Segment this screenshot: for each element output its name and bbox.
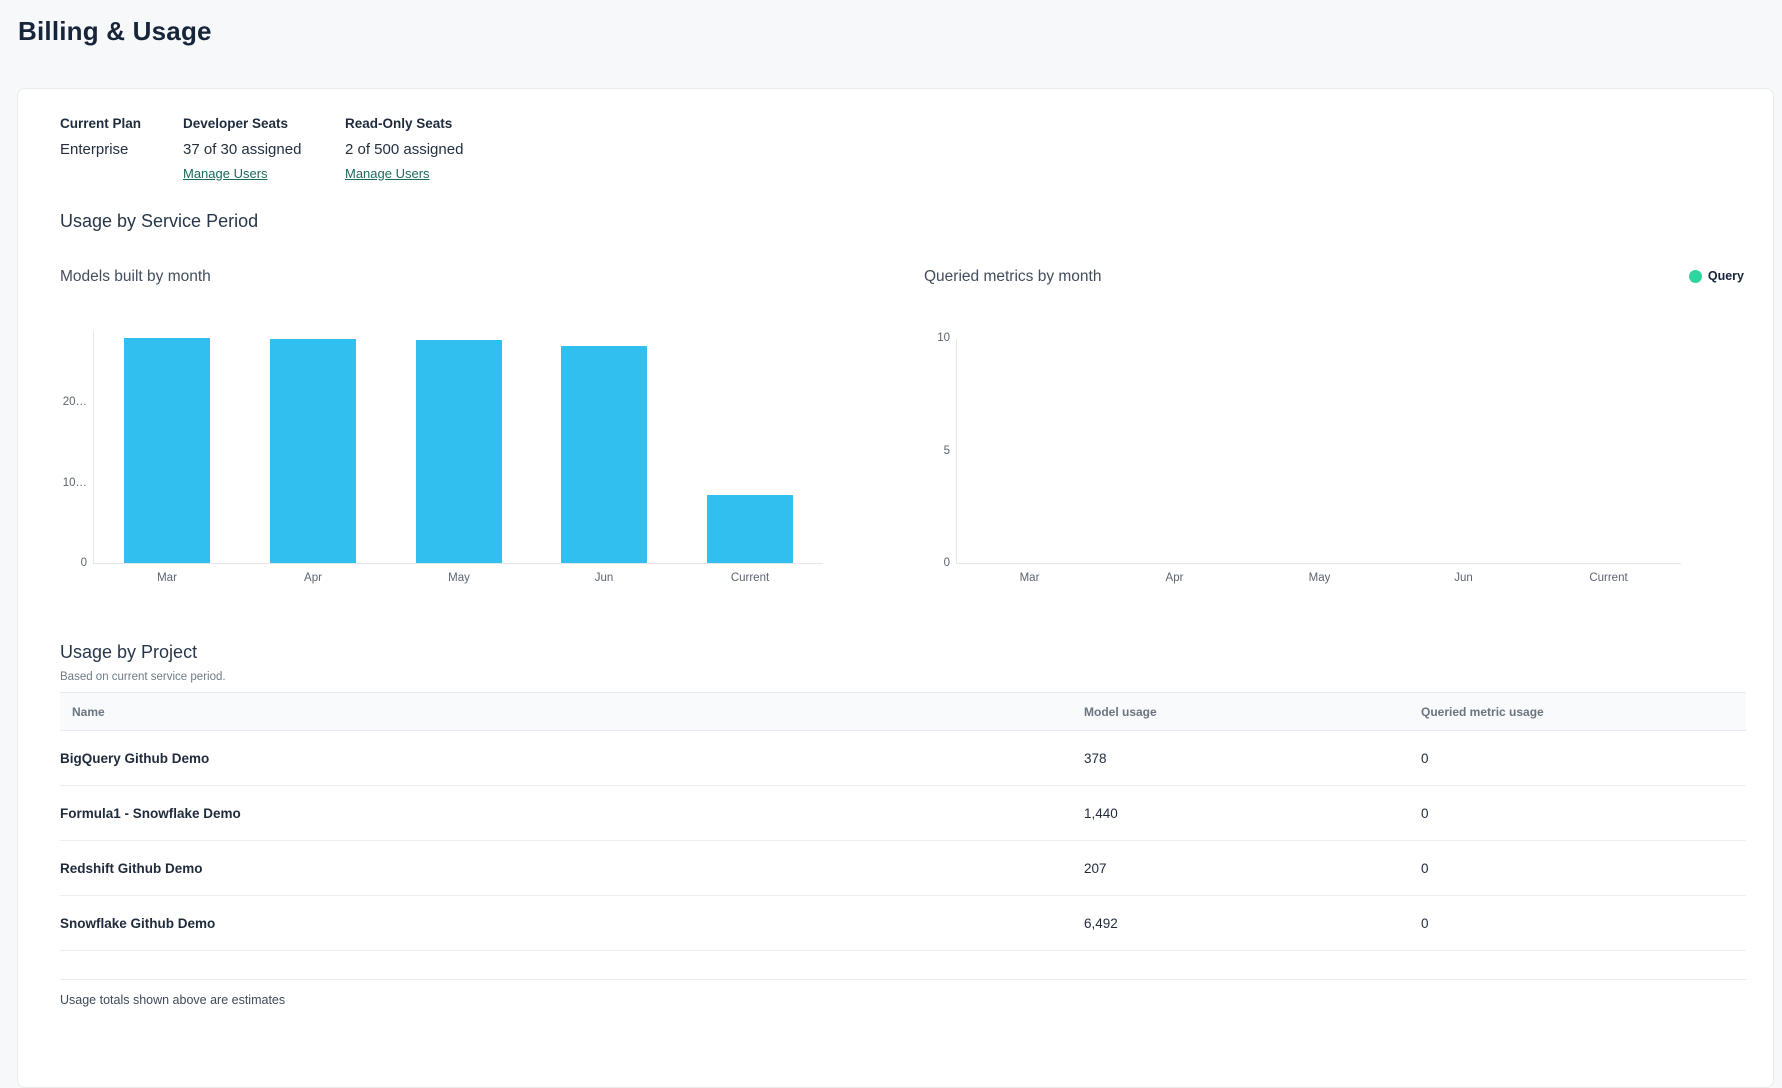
cell-model-usage: 207 (1084, 841, 1421, 896)
usage-by-service-period-heading: Usage by Service Period (60, 211, 258, 232)
current-plan-label: Current Plan (60, 116, 141, 131)
usage-by-project-subtitle: Based on current service period. (60, 671, 1746, 683)
models-built-chart-title: Models built by month (60, 268, 211, 286)
page-title: Billing & Usage (18, 16, 1782, 47)
billing-card: Current Plan Enterprise Developer Seats … (17, 88, 1774, 1088)
readonly-seats-label: Read-Only Seats (345, 116, 463, 131)
cell-queried-metric-usage: 0 (1421, 786, 1746, 841)
manage-users-link-readonly[interactable]: Manage Users (345, 166, 430, 181)
cell-model-usage: 378 (1084, 731, 1421, 786)
table-row: Formula1 - Snowflake Demo1,4400 (60, 786, 1746, 841)
current-plan-column: Current Plan Enterprise (60, 116, 141, 158)
cell-queried-metric-usage: 0 (1421, 731, 1746, 786)
queried-metrics-chart-plot: 0510MarAprMayJunCurrent (956, 339, 1681, 564)
readonly-seats-value: 2 of 500 assigned (345, 141, 463, 158)
developer-seats-label: Developer Seats (183, 116, 301, 131)
cell-name: BigQuery Github Demo (60, 731, 1084, 786)
table-header-row: Name Model usage Queried metric usage (60, 693, 1746, 731)
chart-legend: Query (1689, 269, 1744, 283)
current-plan-value: Enterprise (60, 141, 141, 158)
column-header-model-usage: Model usage (1084, 693, 1421, 731)
y-axis-tick-label: 5 (910, 445, 950, 457)
table-row: BigQuery Github Demo3780 (60, 731, 1746, 786)
usage-estimates-note: Usage totals shown above are estimates (60, 993, 1746, 1007)
cell-queried-metric-usage: 0 (1421, 841, 1746, 896)
cell-name: Formula1 - Snowflake Demo (60, 786, 1084, 841)
x-axis-label: May (386, 572, 532, 584)
y-axis-tick-label: 10 (910, 332, 950, 344)
usage-by-project-table: Name Model usage Queried metric usage Bi… (60, 692, 1746, 980)
developer-seats-value: 37 of 30 assigned (183, 141, 301, 158)
usage-by-project-heading: Usage by Project (60, 642, 1746, 663)
column-header-name: Name (60, 693, 1084, 731)
x-axis-label: Mar (957, 572, 1102, 584)
x-axis-label: Mar (94, 572, 240, 584)
table-row: Snowflake Github Demo6,4920 (60, 896, 1746, 951)
cell-model-usage: 1,440 (1084, 786, 1421, 841)
cell-name: Snowflake Github Demo (60, 896, 1084, 951)
table-empty-row (60, 951, 1746, 980)
x-axis-label: Apr (240, 572, 386, 584)
queried-metrics-chart-title: Queried metrics by month (924, 268, 1101, 286)
page-header: Billing & Usage (0, 0, 1782, 70)
manage-users-link-developer[interactable]: Manage Users (183, 166, 268, 181)
bar-mar (124, 338, 210, 563)
readonly-seats-column: Read-Only Seats 2 of 500 assigned Manage… (345, 116, 463, 183)
cell-model-usage: 6,492 (1084, 896, 1421, 951)
y-axis-tick-label: 0 (47, 557, 87, 569)
developer-seats-column: Developer Seats 37 of 30 assigned Manage… (183, 116, 301, 183)
x-axis-label: Jun (1391, 572, 1536, 584)
bar-jun (561, 346, 647, 563)
query-legend-label: Query (1708, 269, 1744, 283)
cell-queried-metric-usage: 0 (1421, 896, 1746, 951)
x-axis-label: Current (1536, 572, 1681, 584)
models-built-chart-plot: 010…20…MarAprMayJunCurrent (93, 331, 823, 564)
x-axis-label: Jun (531, 572, 677, 584)
cell-name: Redshift Github Demo (60, 841, 1084, 896)
y-axis-tick-label: 0 (910, 557, 950, 569)
table-row: Redshift Github Demo2070 (60, 841, 1746, 896)
x-axis-label: Current (677, 572, 823, 584)
y-axis-tick-label: 10… (47, 477, 87, 489)
bar-apr (270, 339, 356, 563)
column-header-queried-metric-usage: Queried metric usage (1421, 693, 1746, 731)
x-axis-label: Apr (1102, 572, 1247, 584)
usage-by-project-section: Usage by Project Based on current servic… (60, 642, 1746, 1007)
y-axis-tick-label: 20… (47, 396, 87, 408)
bar-current (707, 495, 793, 563)
bar-may (416, 340, 502, 563)
query-legend-dot-icon (1689, 270, 1702, 283)
x-axis-label: May (1247, 572, 1392, 584)
